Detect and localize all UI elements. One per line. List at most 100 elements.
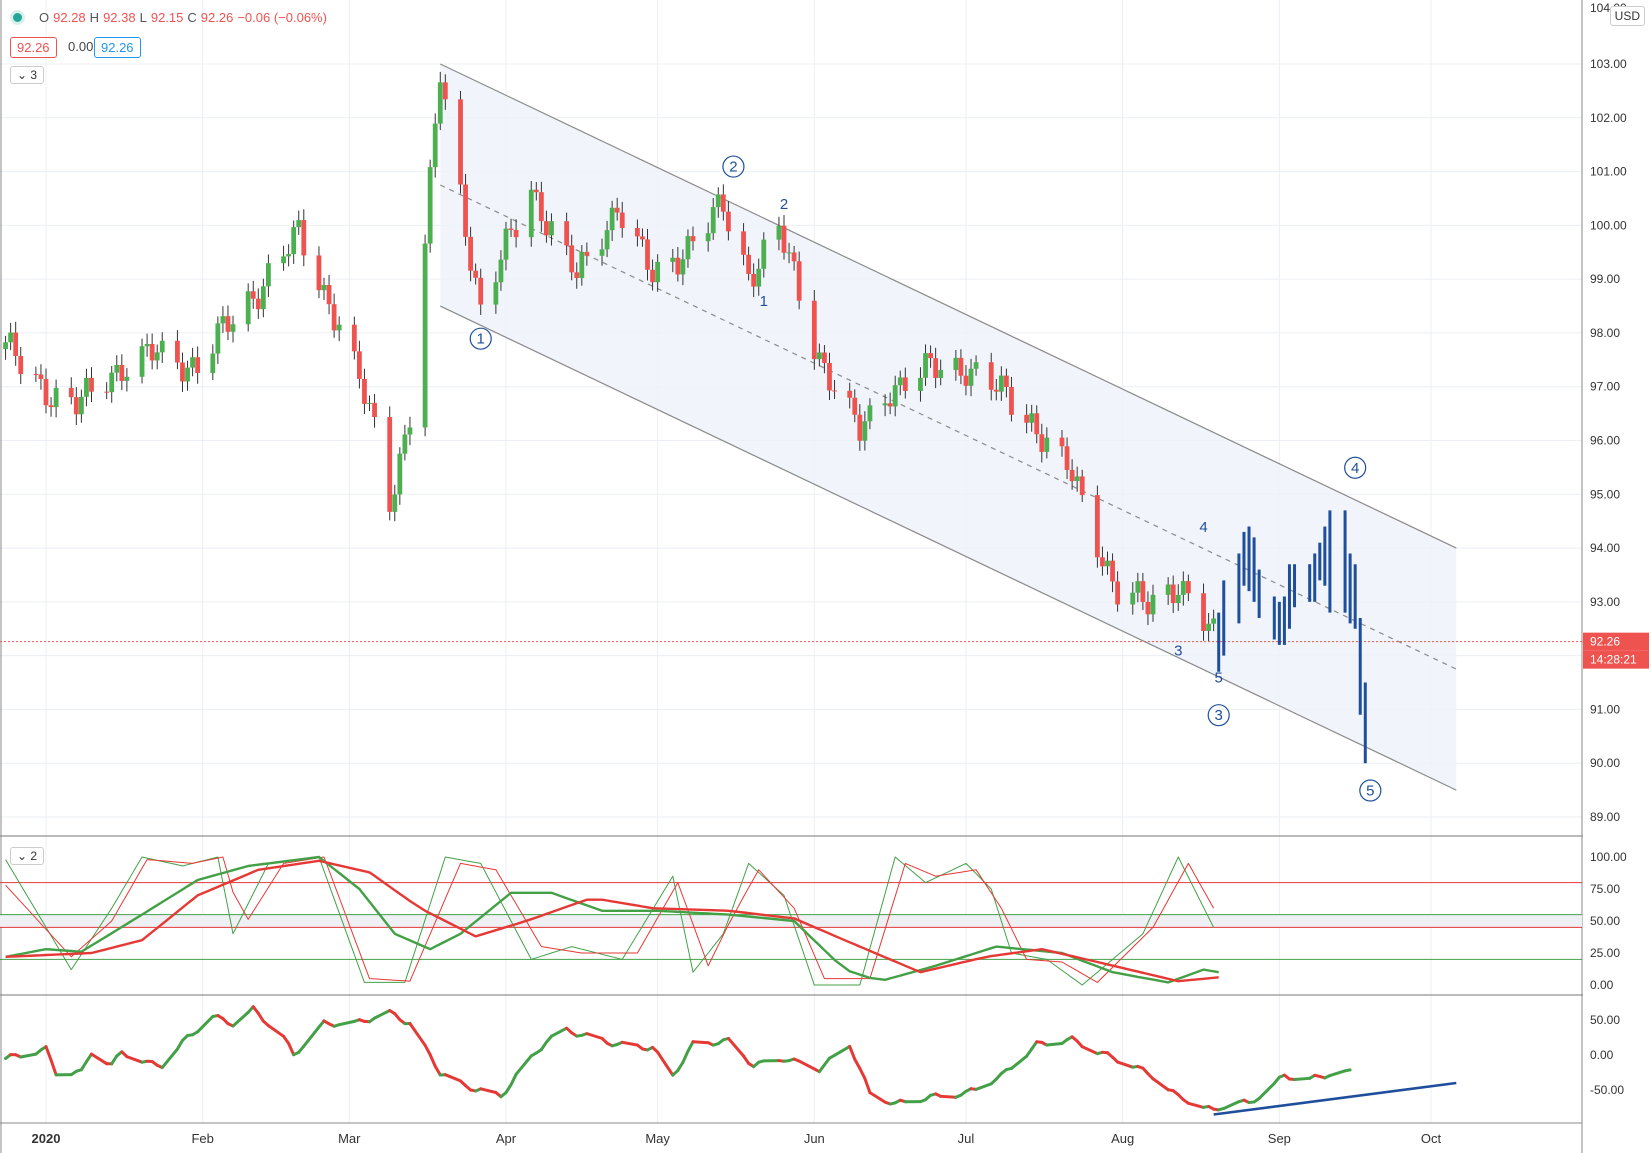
candle-body <box>84 377 89 397</box>
candle-body <box>372 402 377 418</box>
candle-body <box>715 194 721 208</box>
candle-body <box>1145 601 1151 615</box>
candle-body <box>1211 618 1217 624</box>
candle-body <box>635 227 640 237</box>
momentum-segment <box>691 1040 710 1045</box>
candle-body <box>230 324 236 332</box>
osc-pane-toggle[interactable]: ⌄ 2 <box>10 847 45 865</box>
candle-body <box>609 207 615 231</box>
candle-body <box>250 291 256 299</box>
candle-body <box>599 249 605 256</box>
candle-body <box>149 343 155 361</box>
candle-body <box>1039 434 1045 452</box>
low-label: L <box>139 10 147 25</box>
candle-body <box>847 390 853 398</box>
osc-tick-label: 100.00 <box>1590 850 1627 864</box>
candle-body <box>1115 581 1121 605</box>
wave-text: 2 <box>780 196 788 213</box>
candle-body <box>882 403 888 406</box>
momentum-tick-label: 50.00 <box>1590 1013 1620 1027</box>
candle-body <box>1059 437 1065 447</box>
candle-body <box>973 362 979 369</box>
candle-body <box>397 453 403 495</box>
candle-body <box>1206 623 1211 631</box>
candle-body <box>579 251 585 279</box>
wave-text: 3 <box>1174 643 1182 660</box>
candle-body <box>255 298 261 310</box>
candle-body <box>1175 594 1181 604</box>
osc-tick-label: 25.00 <box>1590 946 1620 960</box>
candle-body <box>104 391 110 393</box>
candle-body <box>356 351 362 379</box>
candle-body <box>513 229 519 238</box>
open-value: 92.28 <box>53 10 86 25</box>
price-tick-label: 91.00 <box>1590 702 1620 716</box>
candle-body <box>402 434 408 454</box>
candle-body <box>816 352 822 360</box>
candle-body <box>38 374 44 380</box>
price-tick-label: 98.00 <box>1590 326 1620 340</box>
candle-body <box>3 342 8 350</box>
currency-button[interactable]: USD <box>1609 6 1645 26</box>
candle-body <box>811 300 817 360</box>
candle-body <box>761 239 767 269</box>
candle-body <box>549 221 554 236</box>
candle-body <box>473 270 479 278</box>
candle-body <box>73 397 79 415</box>
candle-body <box>114 365 120 373</box>
candle-body <box>144 343 150 347</box>
candle-body <box>1185 581 1191 594</box>
candle-body <box>544 221 549 236</box>
candle-body <box>832 390 837 392</box>
candle-body <box>326 285 332 305</box>
time-tick-label: Mar <box>338 1131 361 1146</box>
candle-body <box>1009 386 1014 415</box>
price-tick-label: 96.00 <box>1590 434 1620 448</box>
candle-body <box>493 282 499 305</box>
momentum-segment <box>1293 1076 1312 1082</box>
candle-body <box>528 189 534 238</box>
candle-body <box>1079 476 1085 496</box>
candle-body <box>1004 375 1009 387</box>
candle-body <box>968 368 974 386</box>
candle-body <box>351 324 357 352</box>
main-pane-toggle[interactable]: ⌄ 3 <box>10 66 45 84</box>
candle-body <box>124 376 130 381</box>
candle-body <box>286 254 292 257</box>
candle-body <box>720 194 726 212</box>
candle-body <box>210 353 216 374</box>
close-label: C <box>187 10 197 25</box>
price-tick-label: 101.00 <box>1590 165 1627 179</box>
price-tick-label: 89.00 <box>1590 810 1620 824</box>
candle-body <box>746 254 752 274</box>
wave-text: 4 <box>1351 460 1359 477</box>
wave-text: 4 <box>1199 519 1207 536</box>
candle-body <box>8 332 14 343</box>
wave-text: 1 <box>477 331 485 348</box>
candle-body <box>367 402 372 404</box>
wave-text: 3 <box>1215 707 1223 724</box>
candle-body <box>640 236 645 240</box>
candle-body <box>1094 495 1100 558</box>
candle-body <box>1044 437 1050 452</box>
candle-body <box>569 245 575 273</box>
close-value: 92.26 <box>200 10 234 25</box>
candle-body <box>776 225 782 240</box>
candle-body <box>796 261 802 301</box>
candle-body <box>675 257 681 275</box>
candle-body <box>260 286 266 310</box>
candle-body <box>508 228 514 230</box>
candle-body <box>993 389 999 392</box>
wave-label: 3 <box>1174 643 1182 660</box>
chart-canvas[interactable]: 1221345345 89.0090.0091.0092.0093.0094.0… <box>0 0 1651 1153</box>
candle-body <box>89 377 94 392</box>
candle-body <box>498 259 504 283</box>
candle-body <box>988 362 994 390</box>
price-tick-label: 90.00 <box>1590 756 1620 770</box>
price-tick-label: 102.00 <box>1590 111 1627 125</box>
candle-body <box>928 353 933 359</box>
candle-body <box>1180 581 1186 595</box>
price-badge-2: 92.26 <box>94 37 141 58</box>
candle-body <box>933 358 939 378</box>
candle-body <box>291 227 297 255</box>
